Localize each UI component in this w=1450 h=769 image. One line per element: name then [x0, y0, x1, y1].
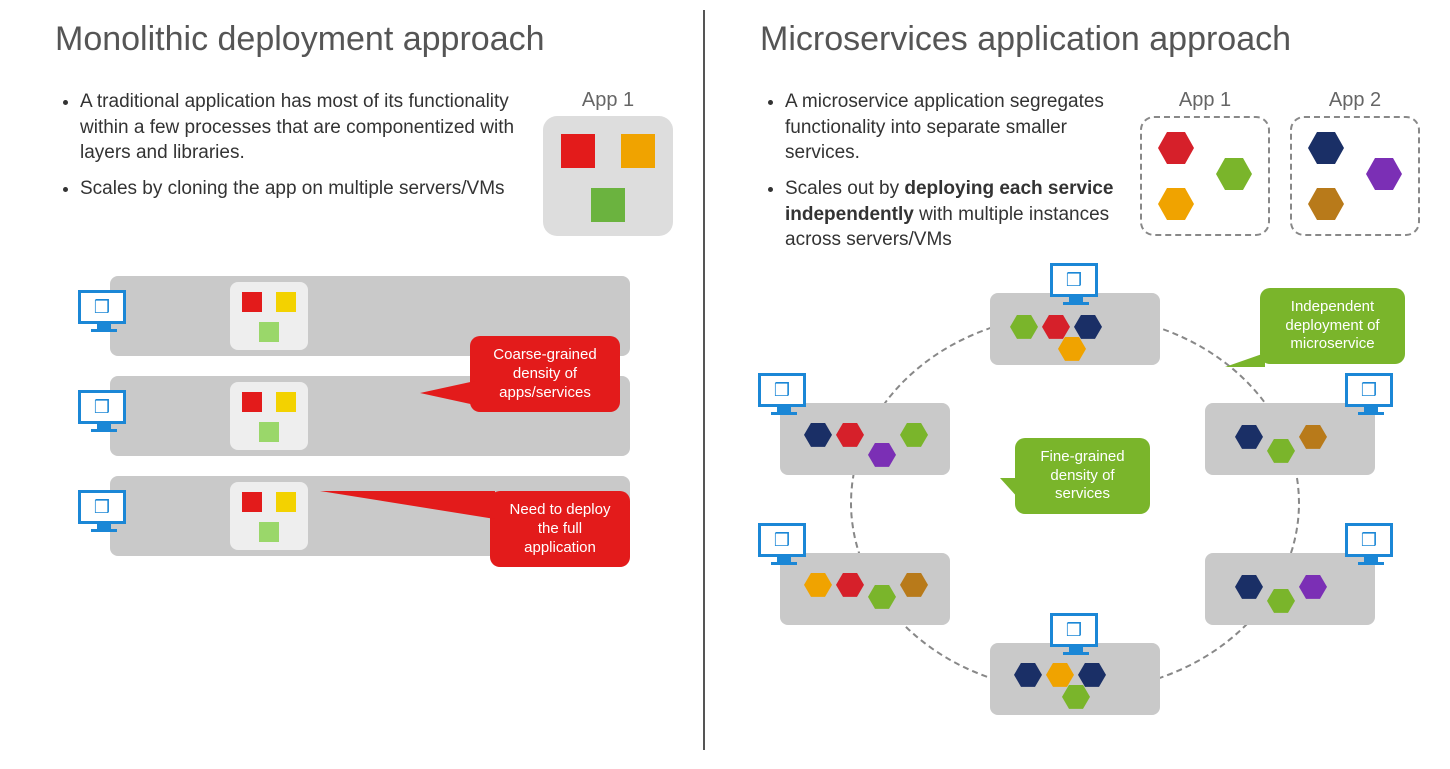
app2-label: App 2	[1290, 89, 1420, 112]
service-hex-orange	[1158, 188, 1194, 220]
monitor-icon: ❒	[1345, 523, 1397, 567]
app2-container: App 2	[1290, 89, 1420, 263]
cluster-node: ❒	[990, 293, 1160, 365]
app1-label: App 1	[1140, 89, 1270, 112]
cube-icon: ❒	[1066, 621, 1082, 639]
monitor-icon: ❒	[758, 373, 810, 417]
app1-label: App 1	[543, 89, 673, 112]
microservices-apps-row: App 1 App 2	[1140, 89, 1420, 263]
cluster-node: ❒	[1205, 403, 1375, 475]
bullet-item: A microservice application segregates fu…	[785, 89, 1120, 166]
monitor-icon: ❒	[78, 290, 130, 334]
service-hex-green	[1216, 158, 1252, 190]
cube-icon: ❒	[774, 531, 790, 549]
component-square-green	[591, 188, 625, 222]
monitor-icon: ❒	[1345, 373, 1397, 417]
monitor-icon: ❒	[78, 390, 130, 434]
cube-icon: ❒	[94, 398, 110, 416]
callout-need-deploy: Need to deploy the full application	[490, 491, 630, 567]
callout-tail-icon	[320, 491, 495, 519]
monolithic-servers: ❒ ❒	[110, 276, 630, 556]
callout-coarse-density: Coarse-grained density of apps/services	[470, 336, 620, 412]
monolithic-column: Monolithic deployment approach A traditi…	[0, 0, 703, 769]
cluster-node: ❒	[1205, 553, 1375, 625]
cube-icon: ❒	[1361, 381, 1377, 399]
microservices-bullets: A microservice application segregates fu…	[760, 89, 1120, 263]
app1-container: App 1	[543, 89, 673, 236]
cube-icon: ❒	[1361, 531, 1377, 549]
service-hex-navy	[1308, 132, 1344, 164]
callout-tail-icon	[1225, 353, 1265, 367]
service-hex-red	[1158, 132, 1194, 164]
bullet-item: Scales out by deploying each service ind…	[785, 176, 1120, 253]
cube-icon: ❒	[94, 298, 110, 316]
deployed-app	[230, 482, 308, 550]
deployed-app	[230, 282, 308, 350]
monolithic-app-box	[543, 116, 673, 236]
monolithic-bullets: A traditional application has most of it…	[55, 89, 523, 236]
deployed-app	[230, 382, 308, 450]
microservices-heading: Microservices application approach	[760, 20, 1420, 59]
cluster-node: ❒	[990, 643, 1160, 715]
cluster-node: ❒	[780, 553, 950, 625]
monolithic-heading: Monolithic deployment approach	[55, 20, 673, 59]
callout-tail-icon	[420, 381, 475, 405]
callout-tail-icon	[1000, 478, 1020, 500]
service-hex-brown	[1308, 188, 1344, 220]
monitor-icon: ❒	[78, 490, 130, 534]
bullet-item: Scales by cloning the app on multiple se…	[80, 176, 523, 202]
microservices-app2-box	[1290, 116, 1420, 236]
cluster-node: ❒	[780, 403, 950, 475]
monitor-icon: ❒	[758, 523, 810, 567]
callout-independent-deploy: Independent deployment of microservice	[1260, 288, 1405, 364]
cube-icon: ❒	[94, 498, 110, 516]
component-square-orange	[621, 134, 655, 168]
microservices-cluster-diagram: Independent deployment of microservice F…	[760, 273, 1420, 733]
microservices-top-row: A microservice application segregates fu…	[760, 89, 1420, 263]
component-square-red	[561, 134, 595, 168]
comparison-slide: Monolithic deployment approach A traditi…	[0, 0, 1450, 769]
callout-fine-density: Fine-grained density of services	[1015, 438, 1150, 514]
microservices-app1-box	[1140, 116, 1270, 236]
microservices-column: Microservices application approach A mic…	[705, 0, 1450, 769]
bullet-item: A traditional application has most of it…	[80, 89, 523, 166]
monitor-icon: ❒	[1050, 613, 1102, 657]
monolithic-top-row: A traditional application has most of it…	[55, 89, 673, 236]
service-hex-purple	[1366, 158, 1402, 190]
monitor-icon: ❒	[1050, 263, 1102, 307]
cube-icon: ❒	[1066, 271, 1082, 289]
app1-container: App 1	[1140, 89, 1270, 263]
cube-icon: ❒	[774, 381, 790, 399]
